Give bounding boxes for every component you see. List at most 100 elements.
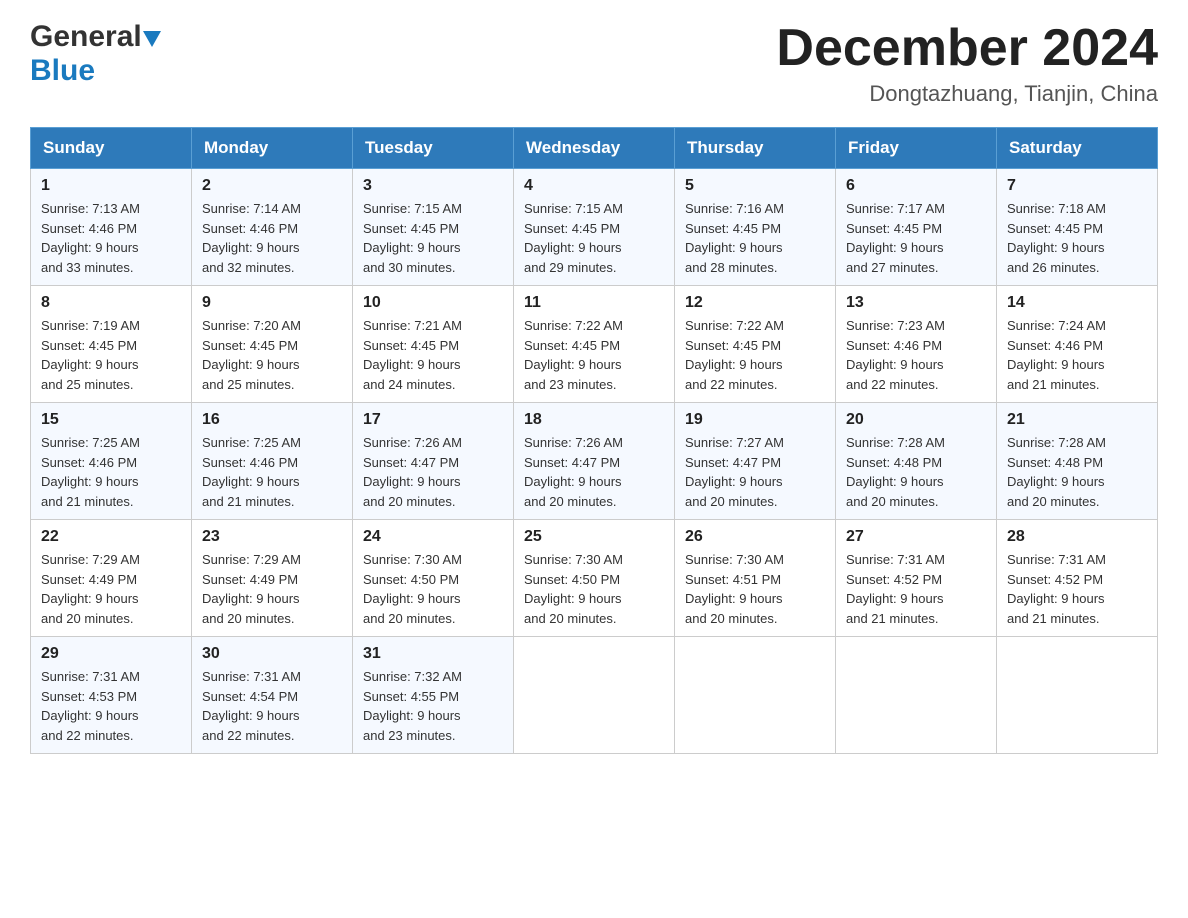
- day-number: 9: [202, 294, 342, 312]
- day-of-week-header: Tuesday: [353, 128, 514, 169]
- day-info: Sunrise: 7:13 AMSunset: 4:46 PMDaylight:…: [41, 199, 181, 277]
- logo-triangle-icon: [143, 31, 161, 47]
- calendar-cell: 11 Sunrise: 7:22 AMSunset: 4:45 PMDayligh…: [514, 286, 675, 403]
- day-info: Sunrise: 7:15 AMSunset: 4:45 PMDaylight:…: [524, 199, 664, 277]
- day-number: 1: [41, 177, 181, 195]
- day-number: 8: [41, 294, 181, 312]
- day-info: Sunrise: 7:24 AMSunset: 4:46 PMDaylight:…: [1007, 316, 1147, 394]
- day-number: 20: [846, 411, 986, 429]
- day-info: Sunrise: 7:28 AMSunset: 4:48 PMDaylight:…: [1007, 433, 1147, 511]
- calendar-cell: 29 Sunrise: 7:31 AMSunset: 4:53 PMDayligh…: [31, 637, 192, 754]
- day-number: 19: [685, 411, 825, 429]
- subtitle: Dongtazhuang, Tianjin, China: [776, 81, 1158, 107]
- day-number: 6: [846, 177, 986, 195]
- day-number: 22: [41, 528, 181, 546]
- day-info: Sunrise: 7:31 AMSunset: 4:52 PMDaylight:…: [1007, 550, 1147, 628]
- day-info: Sunrise: 7:29 AMSunset: 4:49 PMDaylight:…: [202, 550, 342, 628]
- calendar-cell: 4 Sunrise: 7:15 AMSunset: 4:45 PMDaylight…: [514, 169, 675, 286]
- day-info: Sunrise: 7:28 AMSunset: 4:48 PMDaylight:…: [846, 433, 986, 511]
- day-of-week-header: Monday: [192, 128, 353, 169]
- calendar-cell: [514, 637, 675, 754]
- day-info: Sunrise: 7:27 AMSunset: 4:47 PMDaylight:…: [685, 433, 825, 511]
- day-number: 29: [41, 645, 181, 663]
- day-info: Sunrise: 7:19 AMSunset: 4:45 PMDaylight:…: [41, 316, 181, 394]
- calendar-cell: 3 Sunrise: 7:15 AMSunset: 4:45 PMDaylight…: [353, 169, 514, 286]
- calendar-cell: 19 Sunrise: 7:27 AMSunset: 4:47 PMDayligh…: [675, 403, 836, 520]
- logo-blue-text: Blue: [30, 54, 95, 88]
- day-info: Sunrise: 7:32 AMSunset: 4:55 PMDaylight:…: [363, 667, 503, 745]
- calendar-cell: [836, 637, 997, 754]
- day-info: Sunrise: 7:18 AMSunset: 4:45 PMDaylight:…: [1007, 199, 1147, 277]
- calendar-cell: 9 Sunrise: 7:20 AMSunset: 4:45 PMDaylight…: [192, 286, 353, 403]
- calendar-week-row: 22 Sunrise: 7:29 AMSunset: 4:49 PMDayligh…: [31, 520, 1158, 637]
- calendar-cell: 15Sunrise: 7:25 AMSunset: 4:46 PMDayligh…: [31, 403, 192, 520]
- calendar-week-row: 29 Sunrise: 7:31 AMSunset: 4:53 PMDayligh…: [31, 637, 1158, 754]
- day-number: 17: [363, 411, 503, 429]
- day-info: Sunrise: 7:31 AMSunset: 4:54 PMDaylight:…: [202, 667, 342, 745]
- calendar-cell: 20 Sunrise: 7:28 AMSunset: 4:48 PMDayligh…: [836, 403, 997, 520]
- calendar-cell: 28 Sunrise: 7:31 AMSunset: 4:52 PMDayligh…: [997, 520, 1158, 637]
- day-number: 5: [685, 177, 825, 195]
- calendar-cell: 13Sunrise: 7:23 AMSunset: 4:46 PMDayligh…: [836, 286, 997, 403]
- day-info: Sunrise: 7:21 AMSunset: 4:45 PMDaylight:…: [363, 316, 503, 394]
- day-number: 21: [1007, 411, 1147, 429]
- calendar-cell: 7 Sunrise: 7:18 AMSunset: 4:45 PMDaylight…: [997, 169, 1158, 286]
- day-number: 3: [363, 177, 503, 195]
- day-of-week-header: Sunday: [31, 128, 192, 169]
- logo-general-text: General: [30, 20, 142, 54]
- day-number: 7: [1007, 177, 1147, 195]
- calendar-week-row: 8 Sunrise: 7:19 AMSunset: 4:45 PMDaylight…: [31, 286, 1158, 403]
- page-header: General Blue December 2024 Dongtazhuang,…: [30, 20, 1158, 107]
- calendar-cell: 6 Sunrise: 7:17 AMSunset: 4:45 PMDaylight…: [836, 169, 997, 286]
- day-info: Sunrise: 7:15 AMSunset: 4:45 PMDaylight:…: [363, 199, 503, 277]
- calendar-cell: [675, 637, 836, 754]
- calendar-cell: 17Sunrise: 7:26 AMSunset: 4:47 PMDayligh…: [353, 403, 514, 520]
- day-info: Sunrise: 7:23 AMSunset: 4:46 PMDaylight:…: [846, 316, 986, 394]
- calendar-cell: 22 Sunrise: 7:29 AMSunset: 4:49 PMDayligh…: [31, 520, 192, 637]
- day-info: Sunrise: 7:17 AMSunset: 4:45 PMDaylight:…: [846, 199, 986, 277]
- day-number: 28: [1007, 528, 1147, 546]
- day-of-week-header: Wednesday: [514, 128, 675, 169]
- calendar-cell: 5 Sunrise: 7:16 AMSunset: 4:45 PMDaylight…: [675, 169, 836, 286]
- day-of-week-header: Thursday: [675, 128, 836, 169]
- calendar-cell: 23 Sunrise: 7:29 AMSunset: 4:49 PMDayligh…: [192, 520, 353, 637]
- day-number: 25: [524, 528, 664, 546]
- day-number: 4: [524, 177, 664, 195]
- calendar-cell: 16Sunrise: 7:25 AMSunset: 4:46 PMDayligh…: [192, 403, 353, 520]
- day-number: 12: [685, 294, 825, 312]
- calendar-cell: 24 Sunrise: 7:30 AMSunset: 4:50 PMDayligh…: [353, 520, 514, 637]
- day-info: Sunrise: 7:31 AMSunset: 4:53 PMDaylight:…: [41, 667, 181, 745]
- day-of-week-header: Friday: [836, 128, 997, 169]
- calendar-cell: 8 Sunrise: 7:19 AMSunset: 4:45 PMDaylight…: [31, 286, 192, 403]
- day-number: 15: [41, 411, 181, 429]
- day-number: 14: [1007, 294, 1147, 312]
- calendar-cell: 27 Sunrise: 7:31 AMSunset: 4:52 PMDayligh…: [836, 520, 997, 637]
- day-info: Sunrise: 7:29 AMSunset: 4:49 PMDaylight:…: [41, 550, 181, 628]
- calendar-week-row: 15Sunrise: 7:25 AMSunset: 4:46 PMDayligh…: [31, 403, 1158, 520]
- day-info: Sunrise: 7:22 AMSunset: 4:45 PMDaylight:…: [524, 316, 664, 394]
- calendar-cell: 1 Sunrise: 7:13 AMSunset: 4:46 PMDaylight…: [31, 169, 192, 286]
- day-number: 10: [363, 294, 503, 312]
- calendar-cell: 26Sunrise: 7:30 AMSunset: 4:51 PMDayligh…: [675, 520, 836, 637]
- calendar-week-row: 1 Sunrise: 7:13 AMSunset: 4:46 PMDaylight…: [31, 169, 1158, 286]
- day-number: 18: [524, 411, 664, 429]
- day-info: Sunrise: 7:14 AMSunset: 4:46 PMDaylight:…: [202, 199, 342, 277]
- day-number: 16: [202, 411, 342, 429]
- main-title: December 2024: [776, 20, 1158, 77]
- day-number: 23: [202, 528, 342, 546]
- day-of-week-header: Saturday: [997, 128, 1158, 169]
- day-number: 30: [202, 645, 342, 663]
- day-info: Sunrise: 7:30 AMSunset: 4:50 PMDaylight:…: [363, 550, 503, 628]
- day-info: Sunrise: 7:20 AMSunset: 4:45 PMDaylight:…: [202, 316, 342, 394]
- calendar-cell: 14 Sunrise: 7:24 AMSunset: 4:46 PMDayligh…: [997, 286, 1158, 403]
- day-info: Sunrise: 7:16 AMSunset: 4:45 PMDaylight:…: [685, 199, 825, 277]
- day-number: 27: [846, 528, 986, 546]
- calendar-cell: 31Sunrise: 7:32 AMSunset: 4:55 PMDayligh…: [353, 637, 514, 754]
- calendar-cell: 25Sunrise: 7:30 AMSunset: 4:50 PMDayligh…: [514, 520, 675, 637]
- day-info: Sunrise: 7:30 AMSunset: 4:51 PMDaylight:…: [685, 550, 825, 628]
- day-number: 11: [524, 294, 664, 312]
- day-number: 24: [363, 528, 503, 546]
- calendar-cell: [997, 637, 1158, 754]
- calendar-cell: 21 Sunrise: 7:28 AMSunset: 4:48 PMDayligh…: [997, 403, 1158, 520]
- day-info: Sunrise: 7:31 AMSunset: 4:52 PMDaylight:…: [846, 550, 986, 628]
